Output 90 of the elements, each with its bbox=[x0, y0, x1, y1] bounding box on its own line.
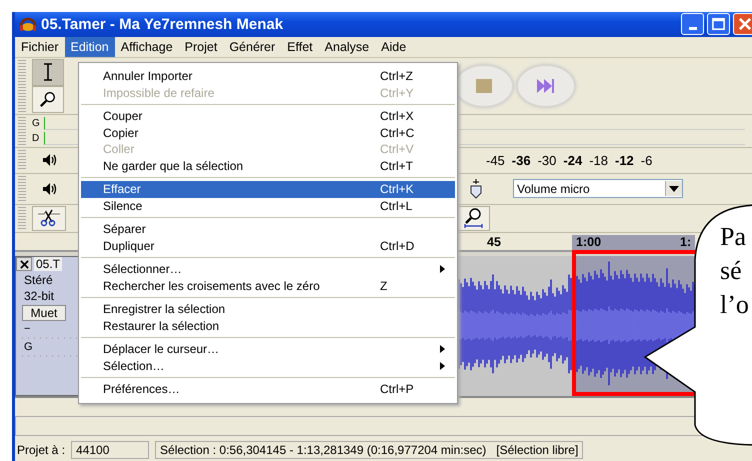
shortcut-label: Ctrl+X bbox=[380, 109, 415, 124]
callout-text: Pa bbox=[720, 221, 747, 253]
window-title: 05.Tamer - Ma Ye7remnesh Menak bbox=[41, 16, 284, 33]
mute-button[interactable]: Muet bbox=[22, 305, 66, 322]
shortcut-label: Ctrl+Z bbox=[380, 69, 414, 84]
meter-scale-label: -24 bbox=[563, 152, 582, 168]
speaker-icon bbox=[42, 153, 58, 168]
toolbar-grip[interactable] bbox=[18, 176, 26, 202]
pan-label: G bbox=[23, 341, 34, 354]
shortcut-label: Ctrl+D bbox=[380, 238, 416, 253]
skip-to-end-icon bbox=[537, 78, 555, 93]
close-icon bbox=[738, 18, 750, 30]
menu-item[interactable]: Annuler Importer Ctrl+Z bbox=[81, 68, 455, 84]
trim-button[interactable] bbox=[32, 206, 66, 231]
shortcut-label: Ctrl+T bbox=[380, 158, 414, 173]
toolbar-grip[interactable] bbox=[18, 206, 26, 230]
menu-bar-item[interactable]: Générer bbox=[223, 36, 282, 57]
timeline-label: 1: bbox=[680, 234, 692, 249]
menu-item[interactable]: Dupliquer Ctrl+D bbox=[81, 238, 455, 254]
zoom-fit-button[interactable] bbox=[456, 206, 490, 231]
project-rate-field[interactable]: 44100 bbox=[71, 441, 150, 459]
magnifier-icon bbox=[39, 90, 57, 108]
menu-item[interactable]: Enregistrer la sélection bbox=[81, 301, 455, 318]
menu-bar-item[interactable]: Affichage bbox=[114, 36, 179, 57]
maximize-icon bbox=[712, 18, 725, 30]
menu-item[interactable]: Restaurer la sélection bbox=[81, 318, 455, 334]
text-cursor-icon bbox=[42, 62, 54, 82]
menu-item[interactable]: Silence Ctrl+L bbox=[81, 198, 455, 214]
close-track-button[interactable] bbox=[16, 257, 32, 272]
callout-text: sé bbox=[720, 255, 743, 287]
magnifier-icon bbox=[462, 208, 484, 228]
meter-channel-label: D bbox=[32, 132, 40, 144]
menu-bar-item[interactable]: Projet bbox=[178, 36, 224, 57]
scissors-icon bbox=[38, 209, 60, 228]
menu-item[interactable]: Sélectionner… bbox=[81, 261, 455, 278]
close-button[interactable] bbox=[733, 13, 752, 36]
shortcut-label: Ctrl+P bbox=[380, 382, 415, 396]
menu-item[interactable]: Sélection… bbox=[81, 358, 455, 374]
slider-thumb-icon[interactable] bbox=[469, 178, 483, 199]
shortcut-label: Ctrl+L bbox=[380, 198, 414, 213]
menu-bar-item[interactable]: Analyse bbox=[318, 36, 376, 57]
menu-bar-item[interactable]: Aide bbox=[375, 36, 412, 57]
timeline-label: 1:00 bbox=[576, 234, 602, 249]
menu-bar-item[interactable]: Edition bbox=[64, 36, 115, 57]
input-source-dropdown[interactable]: Volume micro bbox=[513, 179, 683, 198]
track-info: Stéré bbox=[23, 273, 54, 288]
callout-text: l’o bbox=[720, 289, 749, 321]
timeline-label: 45 bbox=[487, 234, 501, 249]
maximize-button[interactable] bbox=[707, 13, 730, 36]
selection-readout: Sélection : 0:56,304145 - 1:13,281349 (0:16,977204 min:sec) bbox=[160, 443, 486, 457]
meter-channel-label: G bbox=[32, 118, 41, 129]
menu-item[interactable]: Séparer bbox=[81, 221, 455, 238]
menu-item[interactable]: Rechercher les croisements avec le zéro Z bbox=[81, 278, 455, 294]
speaker-icon bbox=[42, 182, 58, 196]
meter-scale-label: -45 bbox=[486, 152, 505, 168]
meter-scale-label: -18 bbox=[589, 152, 608, 168]
meter-scale-label: -36 bbox=[512, 152, 531, 168]
minimize-icon bbox=[688, 26, 696, 30]
meter-scale-label: -30 bbox=[538, 152, 556, 168]
minimize-button[interactable] bbox=[681, 13, 704, 36]
track-name[interactable]: 05.T bbox=[34, 257, 62, 272]
menu-item[interactable]: Préférences… Ctrl+P bbox=[81, 381, 455, 398]
shortcut-label: Ctrl+C bbox=[380, 126, 416, 140]
toolbar-grip[interactable] bbox=[18, 150, 26, 171]
selection-tool-button[interactable] bbox=[32, 58, 64, 86]
menu-bar-item[interactable]: Effet bbox=[281, 36, 319, 57]
gain-minus-label: − bbox=[23, 323, 32, 336]
dropdown-arrow-icon bbox=[669, 186, 679, 192]
toolbar-grip[interactable] bbox=[18, 60, 26, 112]
shortcut-label: Ctrl+Y bbox=[380, 86, 415, 100]
headphones-icon bbox=[19, 16, 37, 32]
close-icon bbox=[20, 260, 28, 269]
menu-item[interactable]: Déplacer le curseur… bbox=[81, 341, 455, 358]
shortcut-label: Ctrl+V bbox=[380, 142, 415, 156]
stop-icon bbox=[476, 78, 492, 94]
project-rate-label: Projet à : bbox=[16, 443, 66, 457]
menu-item[interactable]: Couper Ctrl+X bbox=[81, 108, 455, 124]
zoom-tool-button[interactable] bbox=[32, 86, 64, 113]
meter-scale-label: -6 bbox=[640, 152, 652, 168]
shortcut-label: Ctrl+K bbox=[380, 182, 415, 196]
menu-item[interactable]: Effacer Ctrl+K bbox=[81, 181, 455, 198]
shortcut-label: Z bbox=[380, 278, 388, 293]
menu-bar-item[interactable]: Fichier bbox=[15, 36, 65, 57]
skip-to-end-button[interactable] bbox=[516, 64, 576, 108]
toolbar-grip[interactable] bbox=[18, 116, 26, 145]
selection-mode: [Sélection libre] bbox=[496, 443, 578, 457]
track-info: 32-bit bbox=[23, 289, 56, 304]
menu-item[interactable]: Ne garder que la sélection Ctrl+T bbox=[81, 158, 455, 174]
meter-scale-label: -12 bbox=[614, 152, 634, 168]
menu-item[interactable]: Copier Ctrl+C bbox=[81, 124, 455, 141]
